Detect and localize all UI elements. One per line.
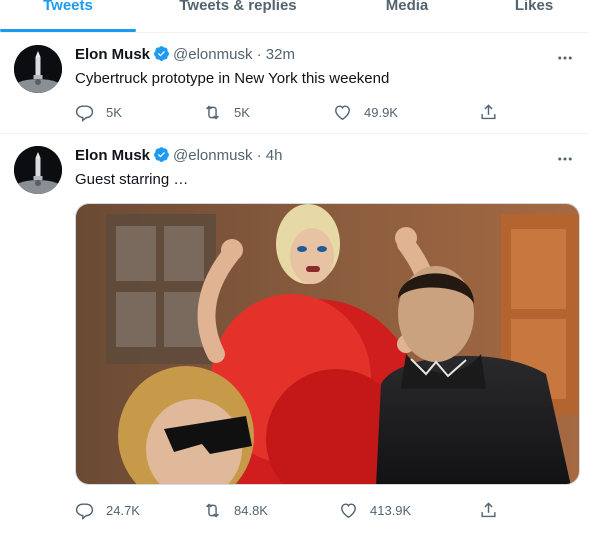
separator-dot: · <box>256 147 262 164</box>
tweet-photo[interactable] <box>75 203 580 485</box>
like-count: 49.9K <box>364 104 398 120</box>
author-name[interactable]: Elon Musk <box>75 147 150 164</box>
avatar[interactable] <box>14 146 62 194</box>
retweet-button[interactable]: 5K <box>203 101 250 123</box>
separator-dot: · <box>256 46 262 63</box>
like-button[interactable]: 413.9K <box>339 499 411 521</box>
share-button[interactable] <box>479 499 510 521</box>
tweet-text: Cybertruck prototype in New York this we… <box>75 70 390 87</box>
tweet-text: Guest starring … <box>75 171 189 188</box>
reply-button[interactable]: 24.7K <box>75 499 140 521</box>
more-icon[interactable] <box>555 150 575 170</box>
tab-label: Media <box>385 0 429 14</box>
like-icon <box>335 104 350 120</box>
author-handle[interactable]: @elonmusk <box>173 147 252 164</box>
share-button[interactable] <box>479 101 510 123</box>
retweet-button[interactable]: 84.8K <box>203 499 268 521</box>
retweet-icon <box>206 503 219 517</box>
author-name[interactable]: Elon Musk <box>75 46 150 63</box>
share-icon <box>481 103 496 119</box>
avatar-image <box>14 45 62 93</box>
like-icon <box>341 502 356 518</box>
photo-image <box>76 204 579 484</box>
like-button[interactable]: 49.9K <box>333 101 398 123</box>
like-count: 413.9K <box>370 502 412 518</box>
reply-count: 5K <box>106 104 122 120</box>
reply-count: 24.7K <box>106 502 140 518</box>
reply-icon <box>75 104 94 122</box>
verified-badge-icon <box>153 45 170 68</box>
profile-tabs: Tweets Tweets & replies Media Likes <box>0 0 589 33</box>
tweet-timestamp[interactable]: 4h <box>266 147 283 164</box>
tab-likes[interactable]: Likes <box>486 0 582 32</box>
tab-media[interactable]: Media <box>358 0 456 32</box>
tab-tweets-replies[interactable]: Tweets & replies <box>150 0 326 32</box>
retweet-icon <box>206 105 219 119</box>
reply-button[interactable]: 5K <box>75 101 122 123</box>
tab-tweets[interactable]: Tweets <box>0 0 136 32</box>
active-tab-indicator <box>0 29 136 32</box>
tweet[interactable]: Elon Musk @elonmusk · 4h Guest starring … <box>0 134 589 535</box>
avatar-image <box>14 146 62 194</box>
tweet-actions: 24.7K 84.8K 413.9K <box>75 499 505 521</box>
tab-label: Tweets <box>43 0 93 14</box>
tweet-header: Elon Musk @elonmusk · 4h <box>75 146 282 169</box>
tweet[interactable]: Elon Musk @elonmusk · 32m Cybertruck prot… <box>0 33 589 134</box>
more-icon[interactable] <box>555 49 575 69</box>
tweet-timestamp[interactable]: 32m <box>266 46 295 63</box>
retweet-count: 5K <box>234 104 250 120</box>
tab-label: Likes <box>514 0 554 14</box>
retweet-count: 84.8K <box>234 502 268 518</box>
tweet-actions: 5K 5K 49.9K <box>75 101 505 123</box>
avatar[interactable] <box>14 45 62 93</box>
share-icon <box>481 501 496 517</box>
reply-icon <box>75 502 94 520</box>
tab-label: Tweets & replies <box>179 0 297 14</box>
author-handle[interactable]: @elonmusk <box>173 46 252 63</box>
verified-badge-icon <box>153 146 170 169</box>
tweet-header: Elon Musk @elonmusk · 32m <box>75 45 295 68</box>
